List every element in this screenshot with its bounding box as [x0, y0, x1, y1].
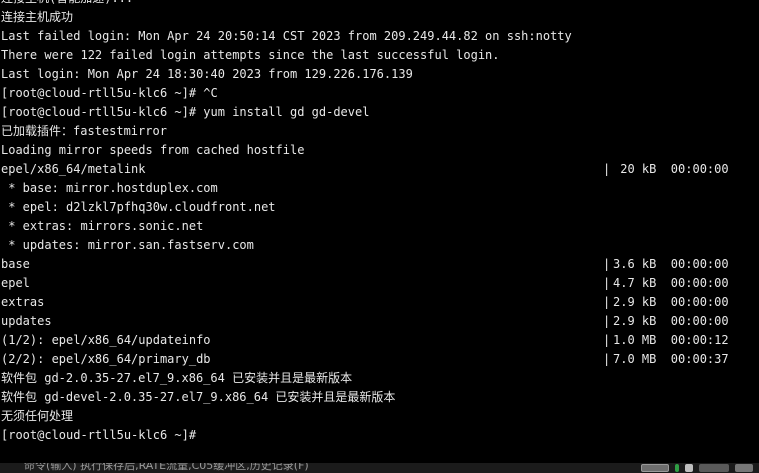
- line-text: * base: mirror.hostduplex.com: [1, 181, 218, 195]
- status-bar: 命令(输入) 执行保存后,RATE流量,C05缓冲区,历史记录(F): [0, 463, 759, 473]
- terminal-line: epel/x86_64/metalink | 20 kB 00:00:00: [0, 160, 759, 179]
- line-separator: |: [603, 314, 611, 328]
- line-separator: |: [603, 276, 611, 290]
- download-indicator-icon: [685, 464, 693, 472]
- terminal-output[interactable]: 连接主机(智能加速)... 连接主机成功 Last failed login: …: [0, 0, 759, 465]
- terminal-line: [root@cloud-rtll5u-klc6 ~]# yum install …: [0, 103, 759, 122]
- terminal-line: Last login: Mon Apr 24 18:30:40 2023 fro…: [0, 65, 759, 84]
- status-bar-icons: [641, 464, 753, 472]
- line-separator: |: [603, 333, 611, 347]
- line-transfer-info: 3.6 kB 00:00:00: [613, 257, 729, 271]
- line-transfer-info: 1.0 MB 00:00:12: [613, 333, 729, 347]
- command-prompt[interactable]: [root@cloud-rtll5u-klc6 ~]#: [0, 426, 759, 445]
- window-icon[interactable]: [641, 464, 669, 472]
- line-text: * epel: d2lzkl7pfhq30w.cloudfront.net: [1, 200, 276, 214]
- line-text: 无须任何处理: [1, 409, 74, 423]
- cursor: [203, 429, 211, 442]
- line-text: epel/x86_64/metalink: [1, 162, 146, 176]
- terminal-line: Last failed login: Mon Apr 24 20:50:14 C…: [0, 27, 759, 46]
- line-text: [root@cloud-rtll5u-klc6 ~]# ^C: [1, 86, 218, 100]
- line-text: * updates: mirror.san.fastserv.com: [1, 238, 254, 252]
- terminal-line: 已加载插件：fastestmirror: [0, 122, 759, 141]
- terminal-line: (2/2): epel/x86_64/primary_db | 7.0 MB 00:…: [0, 350, 759, 369]
- line-text: Last login: Mon Apr 24 18:30:40 2023 fro…: [1, 67, 413, 81]
- line-text: 连接主机(智能加速)...: [1, 0, 133, 8]
- line-text: * extras: mirrors.sonic.net: [1, 219, 204, 233]
- terminal-line: 软件包 gd-2.0.35-27.el7_9.x86_64 已安装并且是最新版本: [0, 369, 759, 388]
- line-text: Last failed login: Mon Apr 24 20:50:14 C…: [1, 29, 572, 43]
- line-text: [root@cloud-rtll5u-klc6 ~]# yum install …: [1, 105, 370, 119]
- terminal-line: There were 122 failed login attempts sin…: [0, 46, 759, 65]
- line-text: (1/2): epel/x86_64/updateinfo: [1, 333, 211, 347]
- line-text: base: [1, 257, 30, 271]
- menu-icon[interactable]: [699, 464, 729, 472]
- line-text: 已加载插件：fastestmirror: [1, 124, 167, 138]
- line-text: 软件包 gd-devel-2.0.35-27.el7_9.x86_64 已安装并…: [1, 390, 396, 404]
- terminal-line: * base: mirror.hostduplex.com: [0, 179, 759, 198]
- grid-icon[interactable]: [735, 464, 753, 472]
- terminal-line: 连接主机成功: [0, 8, 759, 27]
- line-separator: |: [603, 352, 611, 366]
- line-separator: |: [603, 257, 611, 271]
- terminal-line: Loading mirror speeds from cached hostfi…: [0, 141, 759, 160]
- terminal-line: base | 3.6 kB 00:00:00: [0, 255, 759, 274]
- line-text: 软件包 gd-2.0.35-27.el7_9.x86_64 已安装并且是最新版本: [1, 371, 353, 385]
- terminal-line: 软件包 gd-devel-2.0.35-27.el7_9.x86_64 已安装并…: [0, 388, 759, 407]
- prompt-text: [root@cloud-rtll5u-klc6 ~]#: [1, 428, 204, 442]
- line-text: There were 122 failed login attempts sin…: [1, 48, 500, 62]
- terminal-line: * updates: mirror.san.fastserv.com: [0, 236, 759, 255]
- terminal-line: 连接主机(智能加速)...: [0, 0, 759, 8]
- line-transfer-info: 2.9 kB 00:00:00: [613, 314, 729, 328]
- terminal-line: extras | 2.9 kB 00:00:00: [0, 293, 759, 312]
- terminal-line: 无须任何处理: [0, 407, 759, 426]
- line-separator: |: [603, 295, 611, 309]
- terminal-line: [root@cloud-rtll5u-klc6 ~]# ^C: [0, 84, 759, 103]
- terminal-line: epel | 4.7 kB 00:00:00: [0, 274, 759, 293]
- line-transfer-info: 4.7 kB 00:00:00: [613, 276, 729, 290]
- line-separator: |: [603, 162, 611, 176]
- line-transfer-info: 7.0 MB 00:00:37: [613, 352, 729, 366]
- line-text: (2/2): epel/x86_64/primary_db: [1, 352, 211, 366]
- terminal-line: updates | 2.9 kB 00:00:00: [0, 312, 759, 331]
- upload-indicator-icon: [675, 464, 679, 472]
- terminal-line: * epel: d2lzkl7pfhq30w.cloudfront.net: [0, 198, 759, 217]
- line-text: 连接主机成功: [1, 10, 74, 24]
- line-text: extras: [1, 295, 45, 309]
- terminal-line: (1/2): epel/x86_64/updateinfo | 1.0 MB 00:…: [0, 331, 759, 350]
- status-bar-text: 命令(输入) 执行保存后,RATE流量,C05缓冲区,历史记录(F): [24, 463, 309, 472]
- line-transfer-info: 2.9 kB 00:00:00: [613, 295, 729, 309]
- line-text: updates: [1, 314, 52, 328]
- line-transfer-info: 20 kB 00:00:00: [613, 162, 729, 176]
- line-text: epel: [1, 276, 30, 290]
- line-text: Loading mirror speeds from cached hostfi…: [1, 143, 305, 157]
- terminal-line: * extras: mirrors.sonic.net: [0, 217, 759, 236]
